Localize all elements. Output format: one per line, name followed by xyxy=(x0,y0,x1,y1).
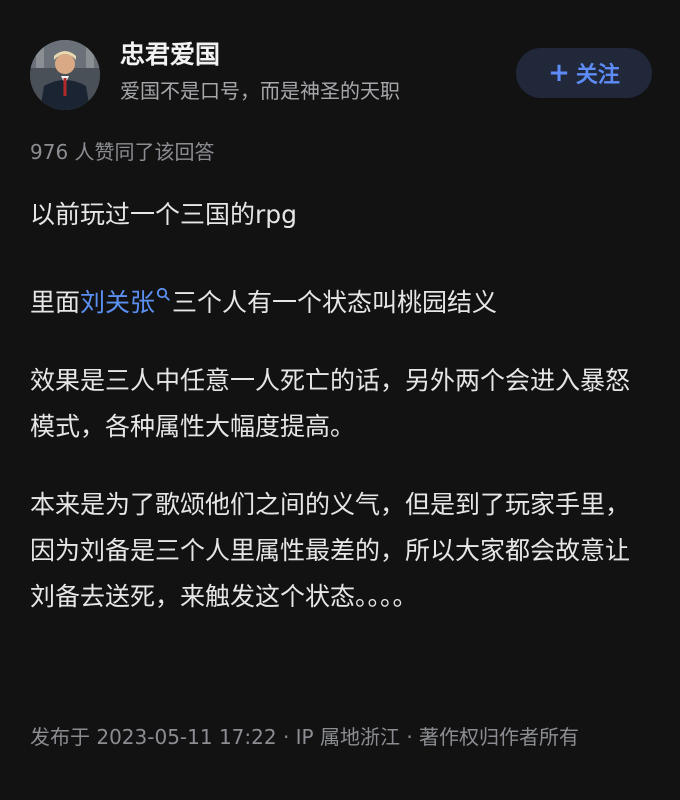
paragraph-text: 里面 xyxy=(30,288,81,317)
paragraph: 里面刘关张 三个人有一个状态叫桃园结义 xyxy=(30,270,652,326)
search-icon[interactable] xyxy=(156,270,170,316)
answer-content: 以前玩过一个三国的rpg 里面刘关张 三个人有一个状态叫桃园结义 效果是三人中任意… xyxy=(30,192,652,652)
follow-label: 关注 xyxy=(575,63,620,88)
paragraph: 以前玩过一个三国的rpg xyxy=(30,200,298,229)
avatar[interactable] xyxy=(30,40,100,110)
post-meta: 发布于 2023-05-11 17:22 · IP 属地浙江 · 著作权归作者所… xyxy=(30,725,580,749)
author-name[interactable]: 忠君爱国 xyxy=(120,40,220,70)
search-link[interactable]: 刘关张 xyxy=(80,288,155,317)
likes-count: 976 人赞同了该回答 xyxy=(30,140,215,164)
author-bio: 爱国不是口号，而是神圣的天职 xyxy=(120,79,400,103)
person-portrait-icon xyxy=(30,40,100,110)
plus-icon: + xyxy=(548,58,570,88)
answer-header: 忠君爱国 爱国不是口号，而是神圣的天职 + 关注 xyxy=(30,40,652,110)
paragraph-text: 三个人有一个状态叫桃园结义 xyxy=(172,288,498,317)
follow-button[interactable]: + 关注 xyxy=(516,48,652,98)
paragraph: 本来是为了歌颂他们之间的义气，但是到了玩家手里，因为刘备是三个人里属性最差的，所… xyxy=(30,490,631,611)
paragraph: 效果是三人中任意一人死亡的话，另外两个会进入暴怒模式，各种属性大幅度提高。 xyxy=(30,366,631,441)
